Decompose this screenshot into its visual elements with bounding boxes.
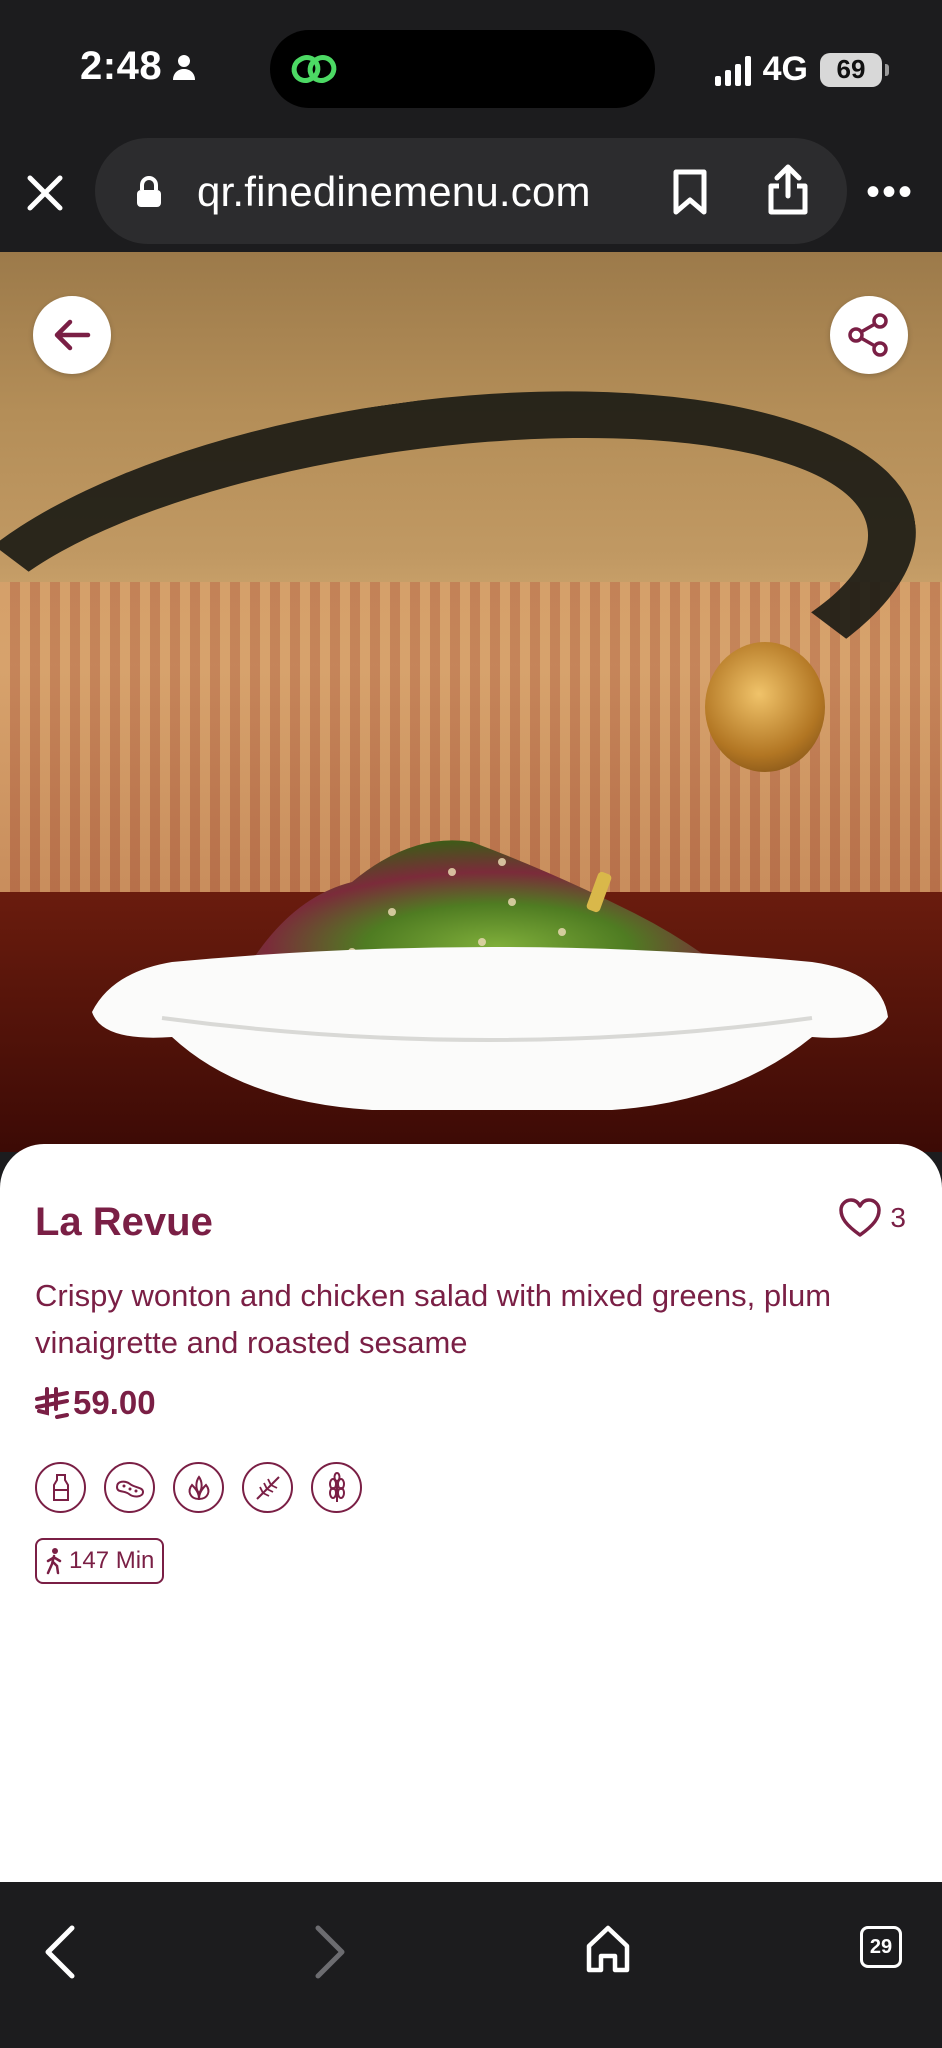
- like-button[interactable]: 3: [838, 1198, 906, 1238]
- milk-bottle-icon: [35, 1462, 86, 1513]
- peanut-icon: [104, 1462, 155, 1513]
- arrow-left-icon: [54, 319, 91, 351]
- status-indicators: 4G 69: [714, 50, 889, 89]
- gold-ornament: [705, 642, 825, 772]
- prep-time-badge: 147 Min: [35, 1538, 165, 1584]
- salad-bowl-illustration: [92, 840, 888, 1110]
- battery-icon: 69: [820, 52, 889, 87]
- tabs-button[interactable]: 29: [860, 1926, 902, 1968]
- item-price: 59.00: [35, 1384, 156, 1422]
- share-button[interactable]: [830, 296, 908, 374]
- share-icon[interactable]: [765, 164, 811, 216]
- lock-icon: [137, 176, 161, 207]
- allergen-list: [35, 1462, 362, 1513]
- network-type: 4G: [762, 50, 808, 88]
- link-icon: [291, 55, 337, 83]
- person-icon: [173, 54, 196, 80]
- more-options-icon[interactable]: •••: [866, 172, 914, 212]
- heart-icon: [839, 1198, 882, 1237]
- browser-toolbar: qr.finedinemenu.com •••: [0, 130, 942, 252]
- item-details-card: La Revue 3 Crispy wonton and chicken sal…: [0, 1144, 942, 1882]
- home-icon[interactable]: [585, 1924, 631, 1974]
- bookmark-icon[interactable]: [670, 168, 710, 216]
- wheat-icon: [242, 1462, 293, 1513]
- screen: { "status_bar": { "time": "2:48", "netwo…: [0, 0, 942, 2048]
- chevron-left-icon[interactable]: [42, 1924, 78, 1980]
- dynamic-island: [270, 30, 655, 108]
- status-time: 2:48: [80, 44, 196, 89]
- browser-bottom-bar: 29: [0, 1882, 942, 2048]
- leaves-icon: [173, 1462, 224, 1513]
- chevron-right-icon[interactable]: [312, 1924, 348, 1980]
- status-bar: 2:48 4G 69: [0, 0, 942, 130]
- back-button[interactable]: [33, 296, 111, 374]
- signal-icon: [714, 54, 751, 86]
- battery-level: 69: [836, 54, 866, 84]
- dish-photo: [0, 252, 942, 1152]
- prep-time-text: 147 Min: [69, 1547, 155, 1574]
- walking-person-icon: [46, 1548, 62, 1575]
- item-description: Crispy wonton and chicken salad with mix…: [35, 1278, 832, 1360]
- price-value: 59.00: [73, 1384, 156, 1421]
- tabs-count: 29: [869, 1935, 893, 1958]
- item-title: La Revue: [35, 1200, 213, 1244]
- time-text: 2:48: [80, 44, 163, 88]
- address-bar[interactable]: qr.finedinemenu.com: [95, 138, 847, 244]
- riyal-icon: [35, 1387, 69, 1419]
- share-nodes-icon: [848, 313, 888, 357]
- grain-icon: [311, 1462, 362, 1513]
- like-count: 3: [890, 1202, 906, 1233]
- close-icon[interactable]: [22, 170, 68, 216]
- url-text: qr.finedinemenu.com: [197, 168, 591, 215]
